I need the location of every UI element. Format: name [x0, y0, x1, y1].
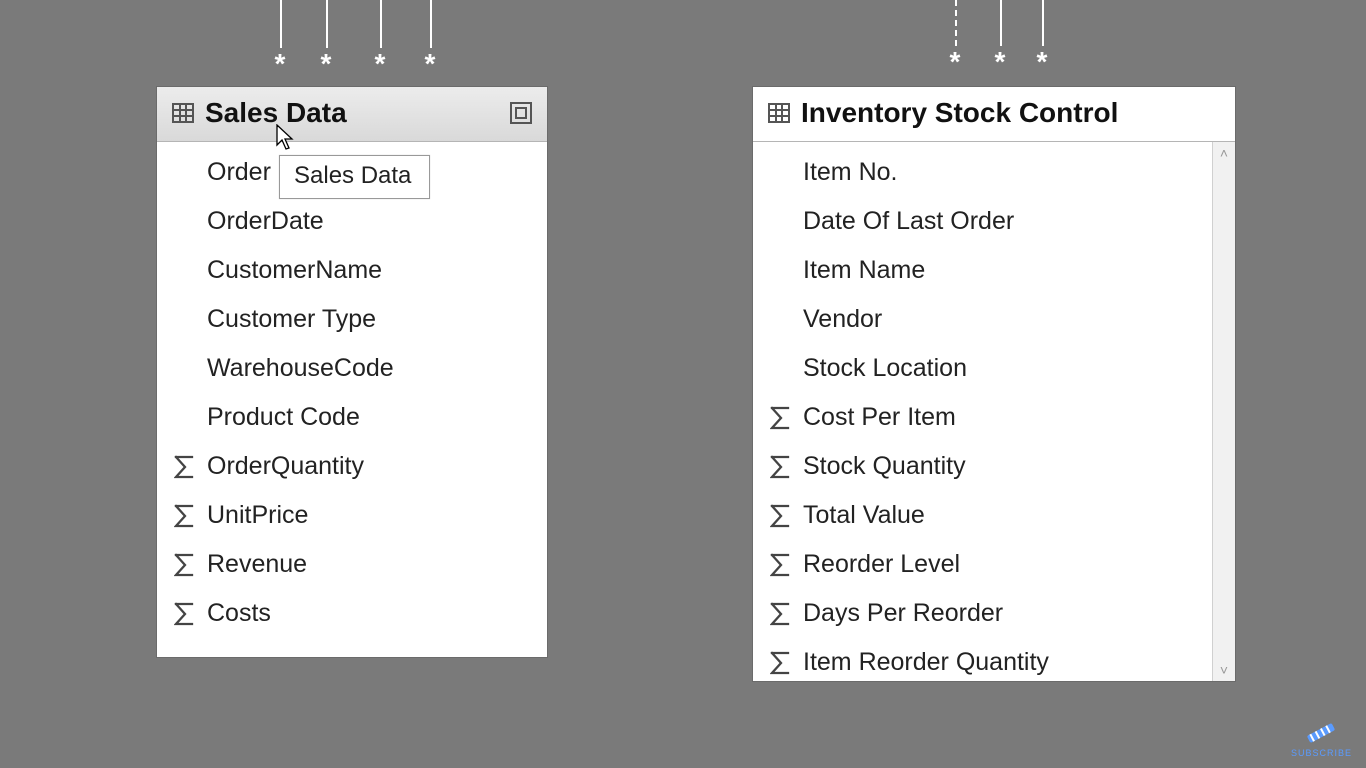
field-row[interactable]: Total Value: [753, 491, 1213, 540]
field-label: Revenue: [207, 550, 307, 579]
relationship-line-inactive: [955, 0, 957, 46]
field-label: OrderDate: [207, 207, 324, 236]
field-row[interactable]: Reorder Level: [753, 540, 1213, 589]
tooltip: Sales Data: [279, 155, 430, 199]
sigma-icon: [767, 504, 793, 528]
field-label: Stock Location: [803, 354, 967, 383]
sigma-icon: [767, 651, 793, 675]
cardinality-many-icon: *: [1037, 46, 1048, 78]
field-label: Date Of Last Order: [803, 207, 1014, 236]
maximize-icon[interactable]: [509, 101, 533, 125]
field-label: Reorder Level: [803, 550, 960, 579]
field-list: ˄ ˅ Item No. Date Of Last Order Item Name V…: [753, 142, 1235, 681]
field-label: Vendor: [803, 305, 882, 334]
field-label: Item No.: [803, 158, 897, 187]
table-icon: [171, 101, 195, 125]
field-label: OrderQuantity: [207, 452, 364, 481]
field-label: UnitPrice: [207, 501, 308, 530]
field-row[interactable]: Costs: [157, 589, 547, 638]
relationship-line: [280, 0, 282, 48]
sigma-icon: [171, 553, 197, 577]
table-card-inventory-stock-control[interactable]: Inventory Stock Control ˄ ˅ Item No. Date…: [752, 86, 1236, 682]
sigma-icon: [767, 406, 793, 430]
field-row[interactable]: UnitPrice: [157, 491, 547, 540]
field-row[interactable]: OrderQuantity: [157, 442, 547, 491]
field-label: Customer Type: [207, 305, 376, 334]
scroll-up-icon[interactable]: ˄: [1220, 142, 1228, 164]
sigma-icon: [171, 504, 197, 528]
relationship-line: [1000, 0, 1002, 46]
field-list: Order NumberOrderDateCustomerNameCustome…: [157, 142, 547, 657]
sigma-icon: [171, 602, 197, 626]
subscribe-watermark: SUBSCRIBE: [1291, 720, 1352, 758]
cardinality-many-icon: *: [275, 48, 286, 80]
relationship-line: [326, 0, 328, 48]
field-label: Product Code: [207, 403, 360, 432]
relationship-line: [430, 0, 432, 48]
sigma-icon: [171, 455, 197, 479]
table-icon: [767, 101, 791, 125]
scroll-down-icon[interactable]: ˅: [1220, 659, 1228, 681]
field-row[interactable]: Date Of Last Order: [753, 197, 1213, 246]
relationship-line: [1042, 0, 1044, 46]
field-row[interactable]: Stock Location: [753, 344, 1213, 393]
table-header[interactable]: Inventory Stock Control: [753, 87, 1235, 142]
field-label: Cost Per Item: [803, 403, 956, 432]
field-row[interactable]: Stock Quantity: [753, 442, 1213, 491]
cardinality-many-icon: *: [425, 48, 436, 80]
cardinality-many-icon: *: [321, 48, 332, 80]
field-row[interactable]: Days Per Reorder: [753, 589, 1213, 638]
field-row[interactable]: OrderDate: [157, 197, 547, 246]
field-row[interactable]: Item Name: [753, 246, 1213, 295]
field-label: Total Value: [803, 501, 925, 530]
field-label: Item Reorder Quantity: [803, 648, 1049, 677]
field-label: Stock Quantity: [803, 452, 966, 481]
cardinality-many-icon: *: [375, 48, 386, 80]
subscribe-label: SUBSCRIBE: [1291, 748, 1352, 758]
field-label: CustomerName: [207, 256, 382, 285]
field-row[interactable]: Item Reorder Quantity: [753, 638, 1213, 681]
field-label: Costs: [207, 599, 271, 628]
sigma-icon: [767, 455, 793, 479]
table-header[interactable]: Sales Data: [157, 87, 547, 142]
field-row[interactable]: WarehouseCode: [157, 344, 547, 393]
field-label: WarehouseCode: [207, 354, 394, 383]
table-title: Inventory Stock Control: [801, 97, 1118, 129]
field-row[interactable]: Cost Per Item: [753, 393, 1213, 442]
field-row[interactable]: Customer Type: [157, 295, 547, 344]
relationship-line: [380, 0, 382, 48]
sigma-icon: [767, 602, 793, 626]
field-row[interactable]: Product Code: [157, 393, 547, 442]
cardinality-many-icon: *: [950, 46, 961, 78]
field-row[interactable]: CustomerName: [157, 246, 547, 295]
field-row[interactable]: Revenue: [157, 540, 547, 589]
field-row[interactable]: Vendor: [753, 295, 1213, 344]
sigma-icon: [767, 553, 793, 577]
scrollbar[interactable]: ˄ ˅: [1212, 142, 1235, 681]
field-label: Days Per Reorder: [803, 599, 1003, 628]
table-title: Sales Data: [205, 97, 347, 129]
field-row[interactable]: Item No.: [753, 148, 1213, 197]
cardinality-many-icon: *: [995, 46, 1006, 78]
field-label: Item Name: [803, 256, 925, 285]
